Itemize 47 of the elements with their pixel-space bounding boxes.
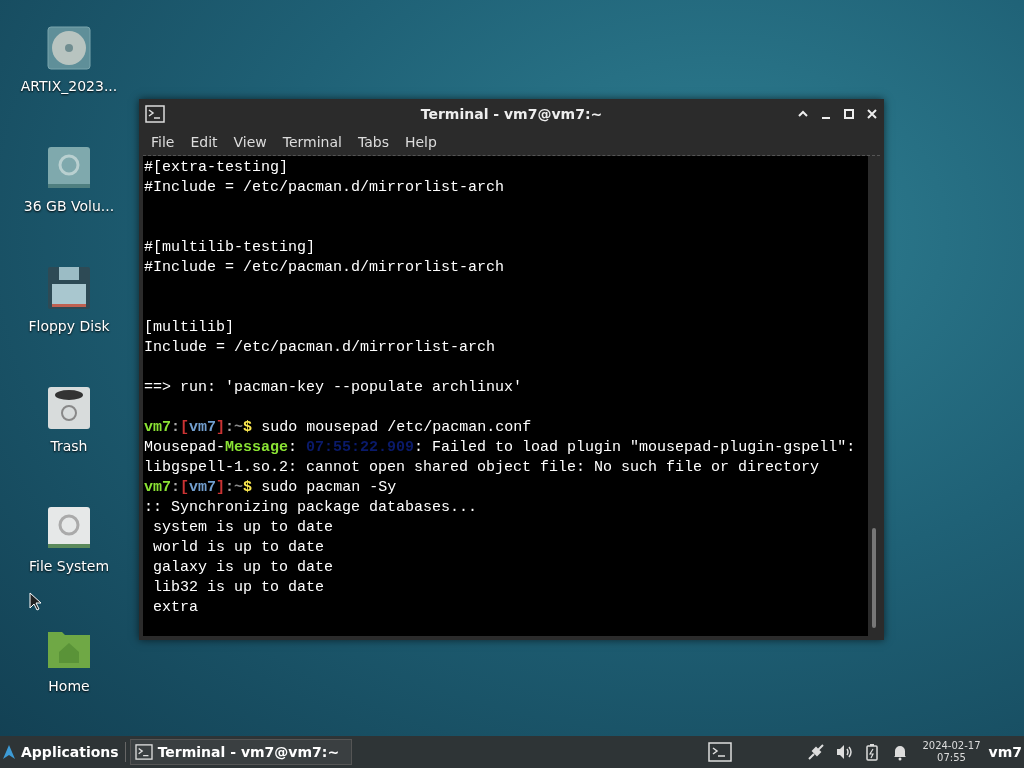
desktop-icon-label[interactable]: Trash (50, 438, 88, 454)
clock-date[interactable]: 2024-02-17 (922, 740, 981, 752)
terminal-line: #[multilib-testing] (144, 238, 317, 258)
terminal-icon (145, 105, 165, 123)
desktop-icon-label[interactable]: ARTIX_2023... (20, 78, 118, 94)
window-title: Terminal - vm7@vm7:~ (420, 106, 603, 122)
menu-item[interactable]: View (225, 134, 275, 150)
terminal-line: vm7:[vm7]:~$ sudo pacman -Sy (144, 478, 398, 498)
close-icon[interactable] (866, 108, 878, 120)
trash-icon[interactable] (47, 386, 91, 430)
menu-item[interactable]: Tabs (349, 134, 397, 150)
applications-menu-button[interactable]: Applications (0, 739, 121, 765)
menu-item[interactable]: File (143, 134, 183, 150)
maximize-icon[interactable] (843, 108, 855, 120)
drive-icon[interactable] (47, 506, 91, 550)
terminal-icon[interactable] (708, 742, 733, 762)
menu-item[interactable]: Help (396, 134, 445, 150)
terminal-line: #[extra-testing] (144, 158, 290, 178)
terminal-line: Include = /etc/pacman.d/mirrorlist-arch (144, 338, 497, 358)
desktop-icon-label[interactable]: Home (48, 678, 90, 694)
drive-icon[interactable] (47, 146, 91, 190)
terminal-line: Mousepad-Message: 07:55:22.909: Failed to load plugin "mousepad-plugin-gspell": (144, 438, 857, 458)
desktop-icon-label[interactable]: Floppy Disk (28, 318, 110, 334)
terminal-line: [multilib] (144, 318, 235, 338)
terminal-icon (134, 744, 153, 760)
menu-item[interactable]: Terminal (274, 134, 350, 150)
triangle-logo-icon (2, 744, 16, 760)
user-name[interactable]: vm7 (988, 744, 1022, 760)
terminal-line: libgspell-1.so.2: cannot open shared object file: No such file or directory (144, 458, 821, 478)
terminal-line: vm7:[vm7]:~$ sudo mousepad /etc/pacman.conf (144, 418, 533, 438)
menu-item[interactable]: Edit (182, 134, 226, 150)
terminal-line: galaxy is up to date (152, 558, 335, 578)
volume-icon[interactable] (835, 743, 854, 761)
terminal-line: #Include = /etc/pacman.d/mirrorlist-arch (144, 258, 506, 278)
terminal-line: world is up to date (152, 538, 326, 558)
desktop-icon-label[interactable]: File System (28, 558, 110, 574)
terminal-line: #Include = /etc/pacman.d/mirrorlist-arch (144, 178, 506, 198)
network-plug-icon[interactable] (807, 743, 826, 761)
terminal-line: :: Synchronizing package databases... (144, 498, 479, 518)
terminal-line: extra (152, 598, 199, 618)
terminal-line: lib32 is up to date (152, 578, 326, 598)
clock-time[interactable]: 07:55 (937, 752, 966, 764)
terminal-line: ==> run: 'pacman-key --populate archlinux' (144, 378, 524, 398)
desktop-icon-label[interactable]: 36 GB Volu... (23, 198, 115, 214)
taskbar-window-button[interactable]: Terminal - vm7@vm7:~ (129, 739, 353, 765)
terminal-line: system is up to date (152, 518, 335, 538)
mouse-pointer-icon (29, 592, 41, 611)
